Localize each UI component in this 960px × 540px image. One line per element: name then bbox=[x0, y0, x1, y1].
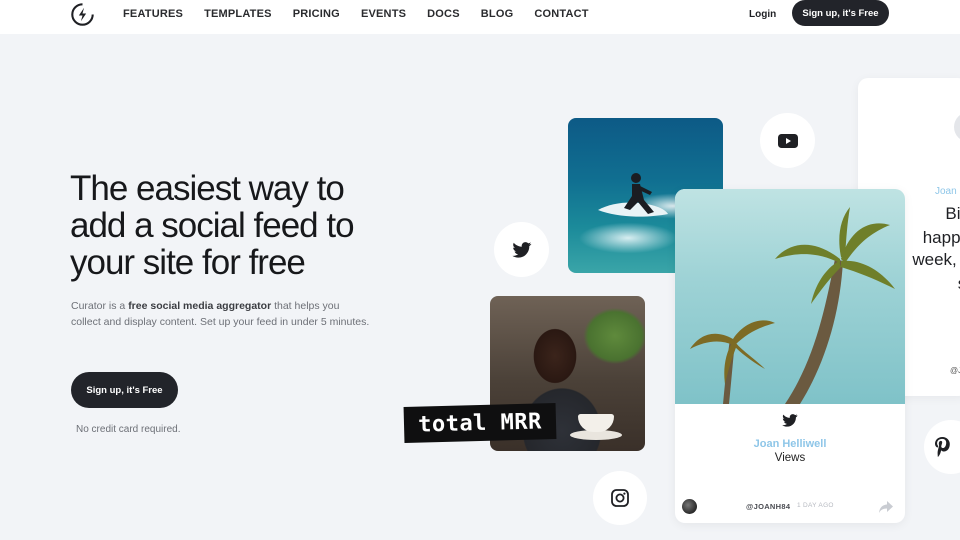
share-icon[interactable] bbox=[878, 500, 894, 514]
side-post-line-3: week, c bbox=[912, 250, 960, 269]
hero-signup-button[interactable]: Sign up, it's Free bbox=[71, 372, 178, 408]
post-avatar bbox=[682, 499, 697, 514]
total-mrr-overlay: total MRR bbox=[403, 403, 557, 443]
no-credit-card-note: No credit card required. bbox=[76, 424, 181, 435]
main-nav: FEATURES TEMPLATES PRICING EVENTS DOCS B… bbox=[123, 8, 610, 21]
nav-features[interactable]: FEATURES bbox=[123, 8, 183, 21]
side-post-handle: @J bbox=[950, 366, 960, 375]
coffee-cup bbox=[578, 414, 614, 432]
post-meta: Joan Helliwell Views bbox=[675, 414, 905, 464]
curator-logo-icon[interactable] bbox=[70, 2, 95, 27]
nav-signup-button[interactable]: Sign up, it's Free bbox=[792, 0, 889, 26]
post-handle[interactable]: @JOANH84 bbox=[746, 502, 790, 511]
instagram-icon bbox=[611, 489, 629, 507]
pinterest-bubble[interactable] bbox=[924, 420, 960, 474]
login-link[interactable]: Login bbox=[749, 9, 776, 20]
post-footer: @JOANH84 1 DAY AGO bbox=[675, 499, 905, 517]
youtube-bubble[interactable] bbox=[760, 113, 815, 168]
hero-headline: The easiest way to add a social feed to … bbox=[70, 169, 355, 282]
palm-tree-photo bbox=[675, 189, 905, 404]
nav-pricing[interactable]: PRICING bbox=[293, 8, 340, 21]
nav-events[interactable]: EVENTS bbox=[361, 8, 406, 21]
instagram-bubble[interactable] bbox=[593, 471, 647, 525]
nav-contact[interactable]: CONTACT bbox=[534, 8, 588, 21]
post-twitter-icon bbox=[782, 414, 798, 427]
side-post-line-2: happe bbox=[922, 228, 960, 247]
side-post-author: Joan bbox=[935, 186, 957, 197]
post-author[interactable]: Joan Helliwell bbox=[675, 438, 905, 450]
post-timestamp: 1 DAY AGO bbox=[797, 502, 834, 509]
social-post-card[interactable]: Joan Helliwell Views @JOANH84 1 DAY AGO bbox=[675, 189, 905, 523]
hero-description-bold: free social media aggregator bbox=[128, 300, 272, 312]
top-navbar: FEATURES TEMPLATES PRICING EVENTS DOCS B… bbox=[0, 0, 960, 34]
pinterest-icon bbox=[935, 437, 950, 457]
hero-description: Curator is a free social media aggregato… bbox=[71, 298, 371, 330]
nav-templates[interactable]: TEMPLATES bbox=[204, 8, 272, 21]
palm-trees-illustration bbox=[690, 207, 895, 404]
twitter-icon bbox=[511, 241, 531, 258]
post-text: Views bbox=[774, 452, 806, 464]
side-post-avatar bbox=[954, 112, 960, 142]
twitter-bubble[interactable] bbox=[494, 222, 549, 277]
hero-description-prefix: Curator is a bbox=[71, 300, 129, 312]
side-post-line-1: Big bbox=[945, 204, 960, 223]
nav-blog[interactable]: BLOG bbox=[481, 8, 514, 21]
nav-docs[interactable]: DOCS bbox=[427, 8, 460, 21]
youtube-icon bbox=[777, 133, 798, 148]
